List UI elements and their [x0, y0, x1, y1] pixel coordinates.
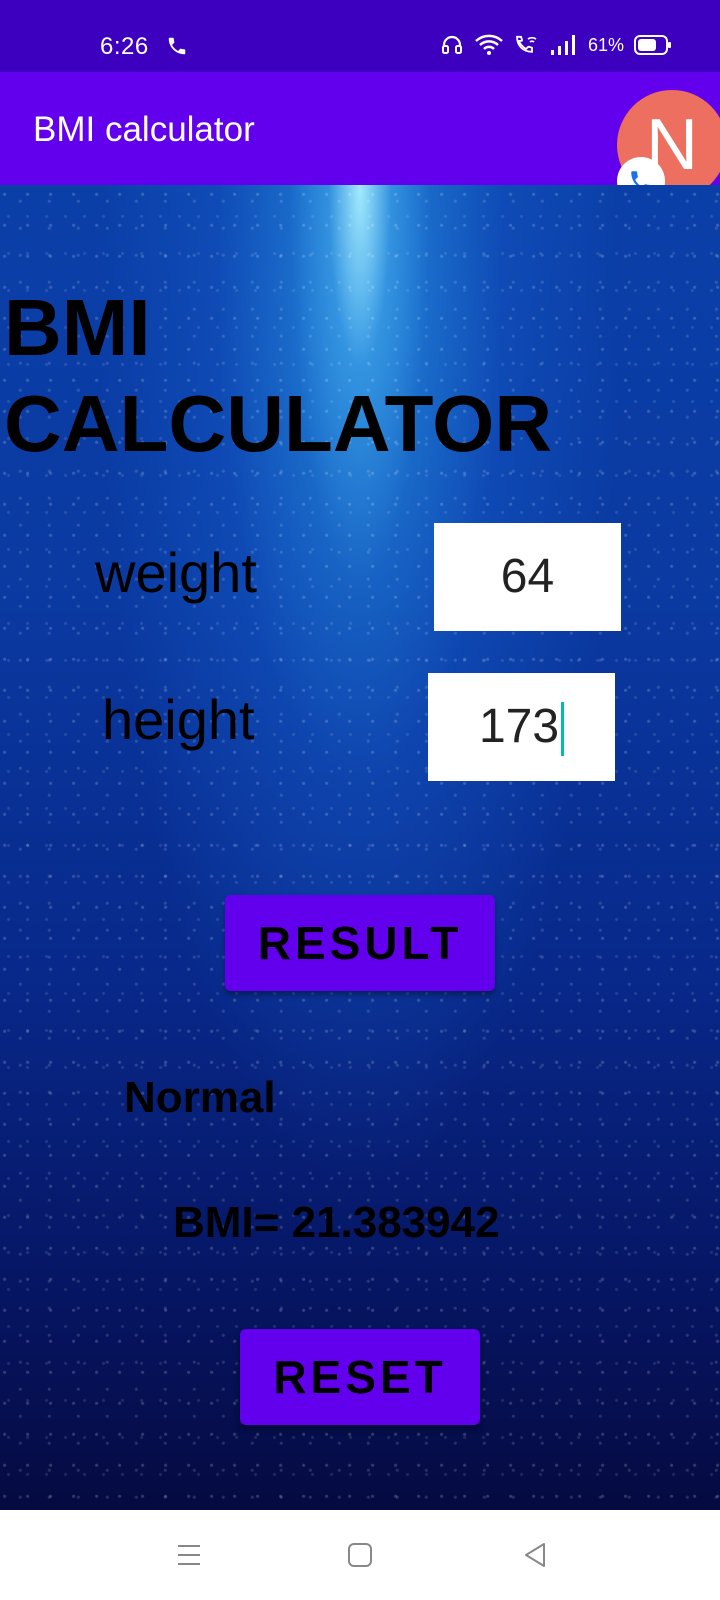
- status-time: 6:26: [100, 33, 149, 60]
- headphones-icon: [440, 33, 464, 57]
- status-icons: 61%: [440, 33, 672, 57]
- weight-input[interactable]: 64: [434, 523, 621, 631]
- menu-icon[interactable]: [174, 1540, 204, 1575]
- status-bar: 6:26 61%: [0, 0, 720, 72]
- height-input[interactable]: 173: [428, 673, 615, 781]
- back-icon[interactable]: [520, 1540, 550, 1575]
- height-label: height: [102, 688, 255, 751]
- weight-label: weight: [95, 541, 257, 604]
- bmi-category: Normal: [124, 1073, 276, 1122]
- app-title: BMI calculator: [33, 110, 255, 149]
- weight-value: 64: [500, 550, 555, 603]
- height-value: 173: [478, 700, 560, 753]
- app-bar: BMI calculator: [0, 72, 720, 185]
- battery-percent: 61%: [587, 34, 624, 55]
- bmi-value: BMI= 21.383942: [173, 1198, 500, 1247]
- wifi-icon: [474, 33, 504, 57]
- call-icon: [166, 35, 190, 59]
- wifi-calling-icon: [514, 33, 540, 57]
- text-cursor: [561, 702, 565, 757]
- navigation-bar: [0, 1510, 720, 1600]
- battery-icon: [634, 34, 672, 56]
- home-icon[interactable]: [346, 1540, 374, 1575]
- page-title: BMI CALCULATOR: [4, 283, 553, 468]
- signal-icon: [550, 34, 578, 56]
- result-button[interactable]: RESULT: [225, 895, 495, 991]
- reset-button[interactable]: RESET: [240, 1329, 480, 1425]
